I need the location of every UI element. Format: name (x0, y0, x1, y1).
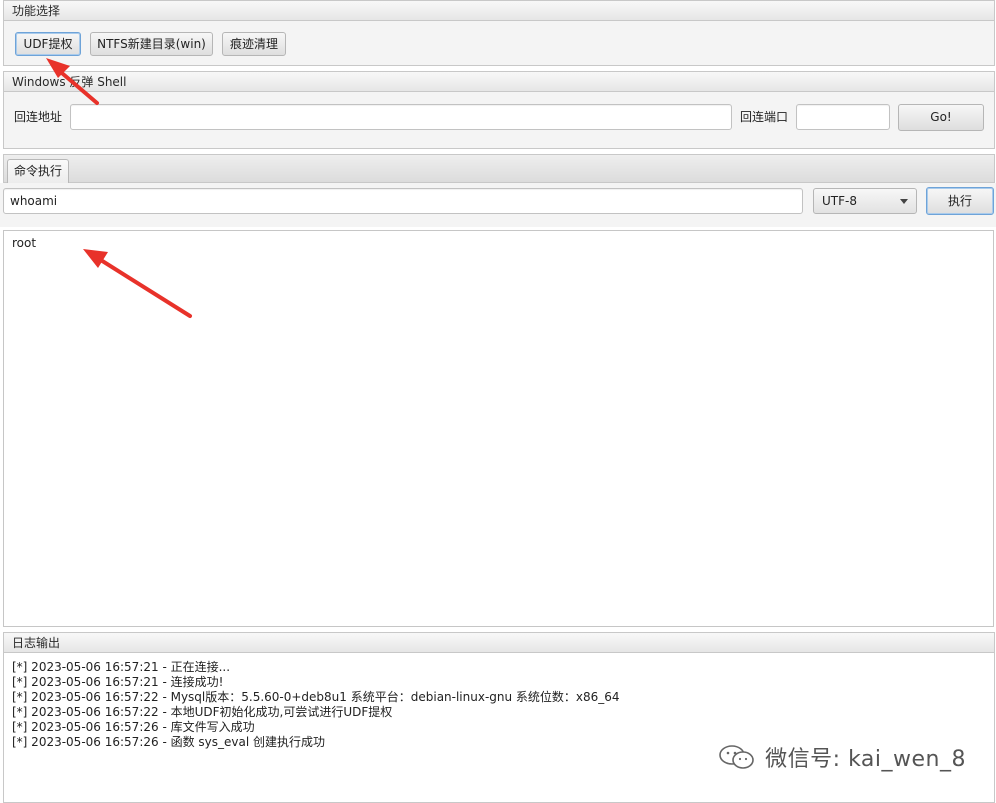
command-output-text: root (12, 236, 37, 250)
log-line: [*] 2023-05-06 16:57:22 - Mysql版本：5.5.60… (12, 690, 620, 704)
function-panel-title: 功能选择 (4, 1, 994, 21)
callback-port-input[interactable] (796, 104, 890, 130)
command-output-area[interactable]: root (3, 230, 994, 627)
log-panel: 日志输出 [*] 2023-05-06 16:57:21 - 正在连接... [… (3, 632, 995, 803)
log-line: [*] 2023-05-06 16:57:26 - 函数 sys_eval 创建… (12, 735, 325, 749)
function-panel: 功能选择 UDF提权 NTFS新建目录(win) 痕迹清理 (3, 0, 995, 66)
log-line: [*] 2023-05-06 16:57:21 - 连接成功! (12, 675, 224, 689)
command-tab-strip: 命令执行 (3, 154, 995, 183)
watermark-text: 微信号: kai_wen_8 (765, 747, 966, 772)
command-bar: whoami UTF-8 执行 (0, 183, 996, 227)
execute-button[interactable]: 执行 (926, 187, 994, 215)
reverse-shell-panel-title: Windows 反弹 Shell (4, 72, 994, 92)
encoding-select-value: UTF-8 (822, 194, 857, 208)
reverse-shell-panel: Windows 反弹 Shell 回连地址 回连端口 Go! (3, 71, 995, 149)
callback-port-label: 回连端口 (740, 110, 789, 124)
callback-address-label: 回连地址 (14, 110, 63, 124)
wechat-icon (719, 745, 754, 769)
go-button[interactable]: Go! (898, 104, 984, 131)
ntfs-new-directory-button[interactable]: NTFS新建目录(win) (90, 32, 213, 56)
log-panel-title: 日志输出 (4, 633, 994, 653)
encoding-select[interactable]: UTF-8 (813, 188, 917, 214)
udf-privesc-button[interactable]: UDF提权 (15, 32, 81, 56)
watermark: 微信号: kai_wen_8 (717, 741, 966, 773)
chevron-down-icon (900, 199, 908, 204)
log-line: [*] 2023-05-06 16:57:26 - 库文件写入成功 (12, 720, 255, 734)
trace-cleanup-button[interactable]: 痕迹清理 (222, 32, 286, 56)
tab-command-execute[interactable]: 命令执行 (7, 159, 70, 183)
log-list[interactable]: [*] 2023-05-06 16:57:21 - 正在连接... [*] 20… (12, 660, 620, 750)
log-line: [*] 2023-05-06 16:57:22 - 本地UDF初始化成功,可尝试… (12, 705, 393, 719)
command-input[interactable]: whoami (3, 188, 803, 214)
log-line: [*] 2023-05-06 16:57:21 - 正在连接... (12, 660, 231, 674)
callback-address-input[interactable] (70, 104, 732, 130)
